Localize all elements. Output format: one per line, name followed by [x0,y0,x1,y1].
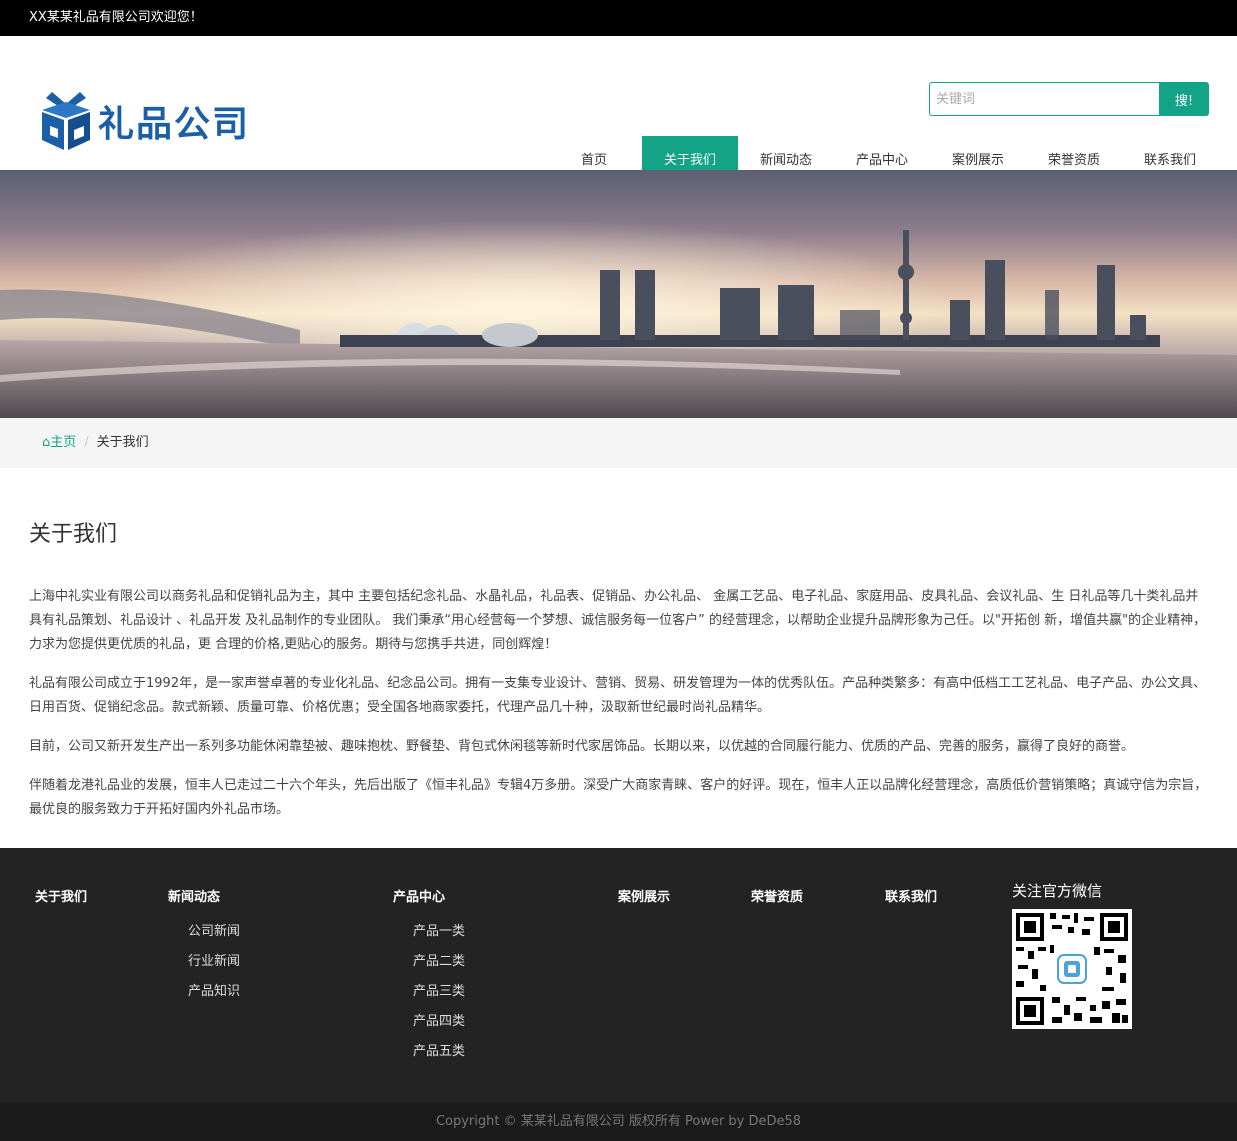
qr-code-icon [1016,913,1128,1025]
paragraph: 上海中礼实业有限公司以商务礼品和促销礼品为主，其中 主要包括纪念礼品、水晶礼品，… [29,589,1207,652]
footer-link[interactable]: 产品一类 [393,917,465,947]
footer-link[interactable]: 行业新闻 [168,947,240,977]
top-bar: XX某某礼品有限公司欢迎您！ [0,0,1237,36]
footer-col-title[interactable]: 案例展示 [618,886,670,905]
footer-col-title[interactable]: 产品中心 [393,886,465,905]
footer-link[interactable]: 产品四类 [393,1007,465,1037]
footer-col-products: 产品中心 产品一类 产品二类 产品三类 产品四类 产品五类 [393,886,465,1067]
search-button[interactable]: 搜! [1159,82,1209,116]
footer-col-honors: 荣誉资质 [751,886,803,917]
footer-link[interactable]: 公司新闻 [168,917,240,947]
footer-link[interactable]: 产品二类 [393,947,465,977]
paragraph: 目前，公司又新开发生产出一系列多功能休闲靠垫被、趣味抱枕、野餐垫、背包式休闲毯等… [29,739,1135,754]
search-input[interactable] [929,82,1159,116]
footer-col-about: 关于我们 [35,886,87,917]
footer-col-cases: 案例展示 [618,886,670,917]
paragraph: 礼品有限公司成立于1992年，是一家声誉卓著的专业化礼品、纪念品公司。拥有一支集… [29,676,1207,715]
copyright-text: Copyright © 某某礼品有限公司 版权所有 Power by DeDe5… [435,1114,802,1129]
logo-text: 礼品公司 [98,104,251,145]
gift-box-icon [42,92,90,150]
footer-col-news: 新闻动态 公司新闻 行业新闻 产品知识 [168,886,240,1007]
breadcrumb-current: 关于我们 [96,435,149,450]
search-bar: 搜! [929,82,1209,116]
hero-banner [0,170,1237,418]
qr-code [1012,909,1132,1029]
wechat-block: 关注官方微信 [1012,880,1132,1029]
footer-link[interactable]: 产品五类 [393,1037,465,1067]
footer-col-title[interactable]: 联系我们 [885,886,937,905]
logo[interactable]: 礼品公司 [40,90,250,152]
wechat-title: 关注官方微信 [1012,882,1103,900]
breadcrumb-home-label: 主页 [50,435,77,450]
footer-col-title[interactable]: 新闻动态 [168,886,240,905]
header: 礼品公司 搜! 首页 关于我们 新闻动态 产品中心 案例展示 荣誉资质 联系我们 [0,36,1237,186]
footer-link[interactable]: 产品知识 [168,977,240,1007]
main-content: 关于我们 上海中礼实业有限公司以商务礼品和促销礼品为主，其中 主要包括纪念礼品、… [0,516,1237,822]
footer-link[interactable]: 产品三类 [393,977,465,1007]
footer-col-title[interactable]: 荣誉资质 [751,886,803,905]
city-skyline-image [0,170,1237,418]
paragraph: 伴随着龙港礼品业的发展，恒丰人已走过二十六个年头，先后出版了《恒丰礼品》专辑4万… [29,778,1208,817]
footer-col-title[interactable]: 关于我们 [35,886,87,905]
welcome-text: XX某某礼品有限公司欢迎您！ [29,10,203,25]
footer-col-contact: 联系我们 [885,886,937,917]
copyright-bar: Copyright © 某某礼品有限公司 版权所有 Power by DeDe5… [0,1103,1237,1141]
breadcrumb: ⌂主页 / 关于我们 [0,418,1237,468]
breadcrumb-home[interactable]: ⌂主页 [42,435,76,450]
page-title: 关于我们 [29,522,118,547]
breadcrumb-separator: / [84,435,89,450]
footer: 关于我们 新闻动态 公司新闻 行业新闻 产品知识 产品中心 产品一类 产品二类 … [0,848,1237,1103]
